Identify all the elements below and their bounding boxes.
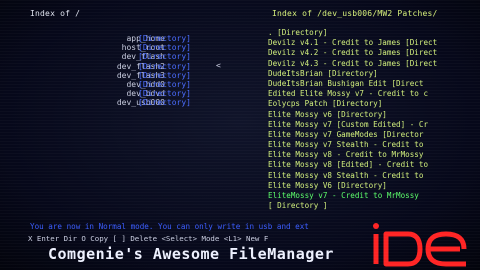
- left-pane-title: Index of /: [30, 9, 81, 18]
- list-item[interactable]: Edited Elite Mossy v7 - Credit to c: [268, 89, 480, 99]
- list-item[interactable]: dev_usb000 [Directory]: [40, 98, 240, 107]
- entry-type: [Directory]: [138, 79, 191, 89]
- entry-type: [Directory]: [138, 43, 191, 53]
- list-item[interactable]: Elite Mossy v8 Stealth - Credit to: [268, 171, 480, 181]
- list-item[interactable]: [ Directory ]: [268, 201, 480, 211]
- entry-type: [Directory]: [138, 52, 191, 62]
- list-item[interactable]: DudeItsBrian [Directory]: [268, 69, 480, 79]
- list-item[interactable]: Elite Mossy v6 [Directory]: [268, 110, 480, 120]
- entry-type: [Directory]: [138, 34, 191, 43]
- logo: [373, 223, 467, 267]
- list-item[interactable]: Devilz v4.1 - Credit to James [Direct: [268, 38, 480, 48]
- app-title-footer: Comgenie's Awesome FileManager: [48, 245, 334, 263]
- mode-status-text: You are now in Normal mode. You can only…: [30, 222, 309, 231]
- file-manager-screen: Index of / Index of /dev_usb006/MW2 Patc…: [0, 0, 480, 270]
- list-item[interactable]: DudeItsBrian Bushigan Edit [Direct: [268, 79, 480, 89]
- list-item[interactable]: dev_bdvd [Directory]: [40, 89, 240, 98]
- list-item[interactable]: Elite Mossy v7 [Custom Edited] - Cr: [268, 120, 480, 130]
- list-item[interactable]: Devilz v4.3 - Credit to James [Direct: [268, 59, 480, 69]
- right-file-list: . [Directory] Devilz v4.1 - Credit to Ja…: [268, 28, 480, 211]
- list-item[interactable]: dev_hdd0 [Directory]: [40, 80, 240, 89]
- entry-type: [Directory]: [138, 61, 191, 71]
- list-item[interactable]: Devilz v4.2 - Credit to James [Direct: [268, 48, 480, 58]
- list-item[interactable]: Elite Mossy v7 GameModes [Director: [268, 130, 480, 140]
- list-item[interactable]: host_root [Directory]: [40, 43, 240, 52]
- entry-type: [Directory]: [138, 70, 191, 80]
- list-item-selected[interactable]: EliteMossy v7 - Credit to MrMossy: [268, 191, 480, 201]
- controls-help-text: X Enter Dir O Copy [ ] Delete <Select> M…: [28, 234, 269, 243]
- right-pane-title: Index of /dev_usb006/MW2 Patches/: [272, 9, 438, 18]
- list-item[interactable]: app_home [Directory]: [40, 34, 240, 43]
- list-item[interactable]: dev_flash3 [Directory]: [40, 71, 240, 80]
- left-file-list: app_home [Directory] host_root [Directory]…: [40, 34, 240, 108]
- list-item[interactable]: Eolycps Patch [Directory]: [268, 99, 480, 109]
- selection-cursor: <: [216, 61, 221, 70]
- list-item[interactable]: dev_flash [Directory]: [40, 52, 240, 61]
- list-item[interactable]: Elite Mossy V6 [Directory]: [268, 181, 480, 191]
- list-item[interactable]: Elite Mossy v8 [Edited] - Credit to: [268, 160, 480, 170]
- list-item[interactable]: dev_flash2 [Directory]: [40, 62, 240, 71]
- list-item[interactable]: Elite Mossy v7 Stealth - Credit to: [268, 140, 480, 150]
- list-item[interactable]: Elite Mossy v8 - Credit to MrMossy: [268, 150, 480, 160]
- entry-type: [Directory]: [138, 98, 191, 108]
- entry-type: [Directory]: [138, 89, 191, 99]
- list-item[interactable]: . [Directory]: [268, 28, 480, 38]
